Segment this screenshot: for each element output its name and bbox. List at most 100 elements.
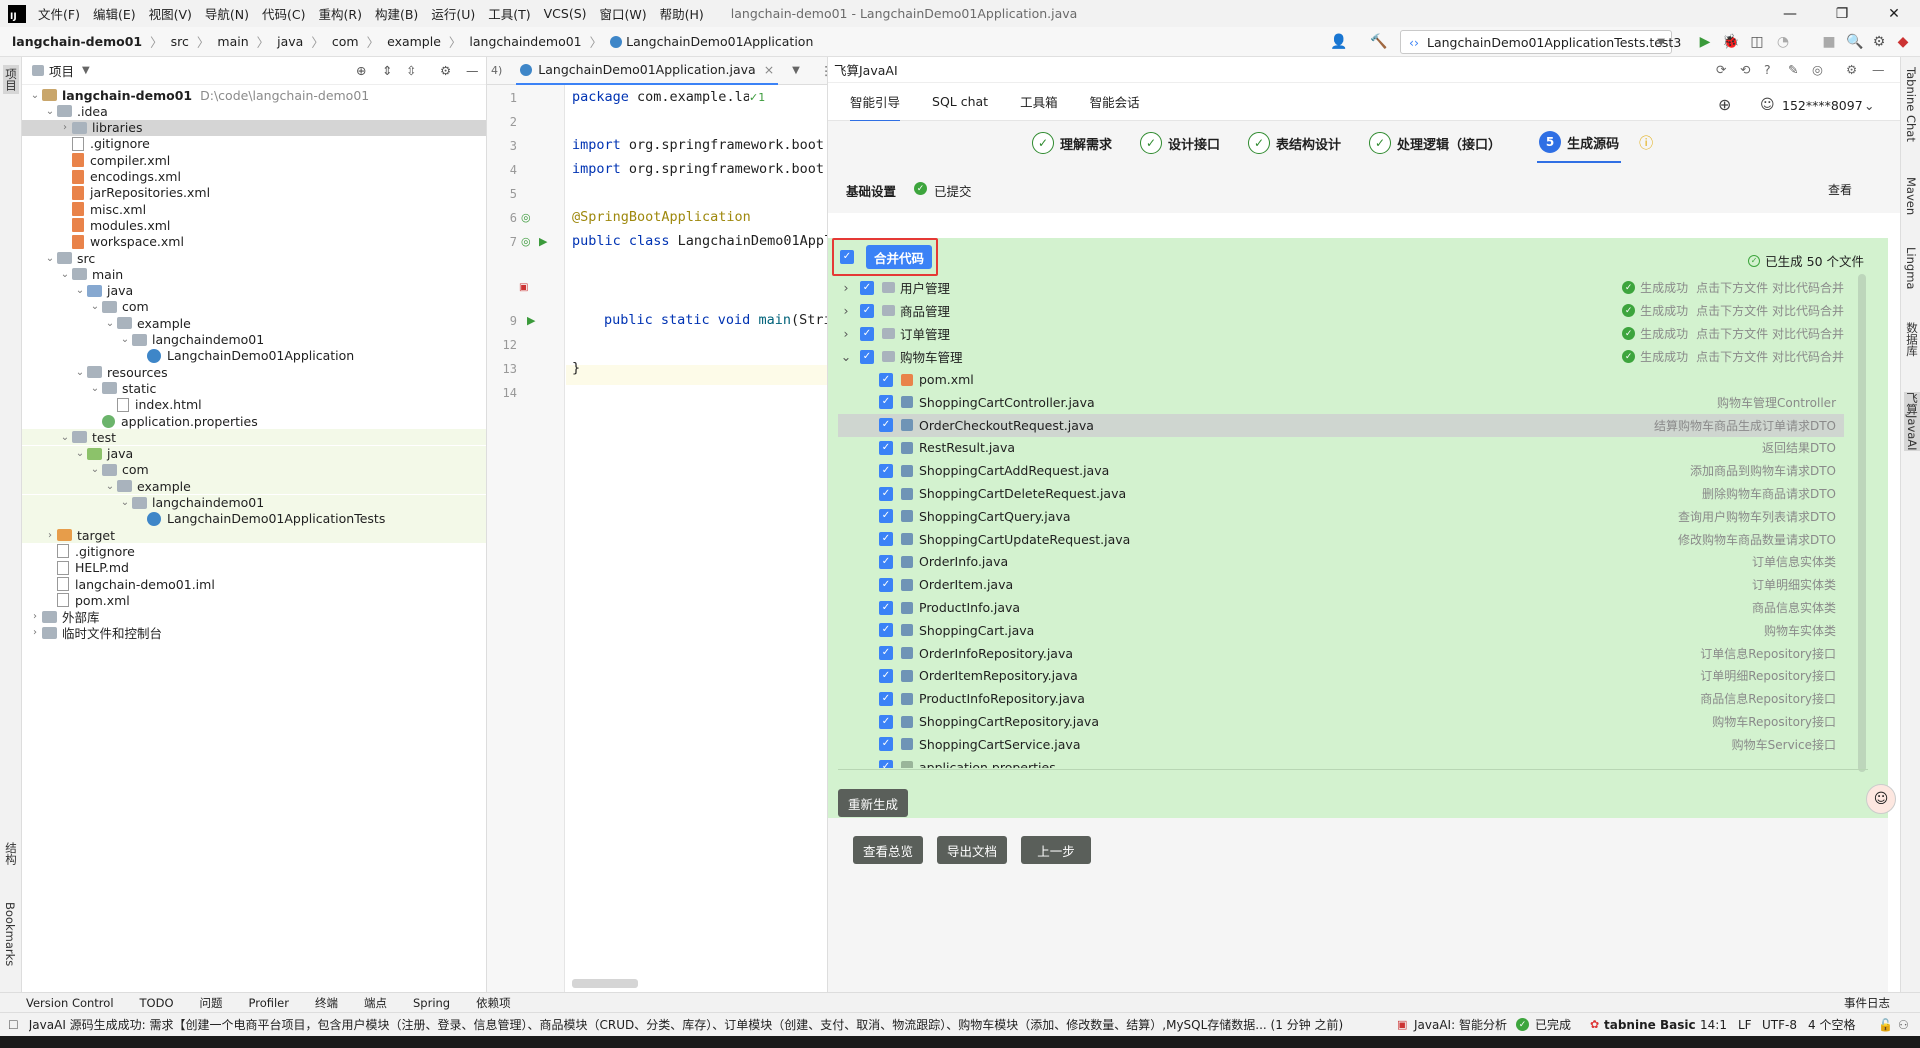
tree-node[interactable]: misc.xml: [22, 201, 486, 217]
tree-node[interactable]: ⌄ example: [22, 315, 486, 331]
tab-overflow-count[interactable]: 4): [491, 64, 502, 77]
gear-icon[interactable]: ⚙: [1846, 62, 1857, 77]
file-row[interactable]: ✓ ProductInfo.java 商品信息实体类: [838, 596, 1844, 619]
menu-navigate[interactable]: 导航(N): [205, 4, 249, 23]
history-icon[interactable]: ⟲: [1740, 62, 1750, 77]
step-table-design[interactable]: ✓ 表结构设计: [1248, 132, 1341, 154]
profiler-tool[interactable]: Profiler: [249, 996, 290, 1010]
info-icon[interactable]: ⓘ: [1639, 133, 1653, 153]
file-row[interactable]: ✓ ProductInfoRepository.java 商品信息Repositor…: [838, 687, 1844, 710]
file-row[interactable]: ✓ application.properties: [838, 756, 1844, 768]
dependencies-tool[interactable]: 依赖项: [476, 995, 511, 1011]
step-design-api[interactable]: ✓ 设计接口: [1140, 132, 1220, 154]
code-line-9[interactable]: public static void main(Stri: [604, 312, 832, 328]
view-button[interactable]: 查看: [1828, 181, 1852, 198]
tree-node[interactable]: ⌄ langchaindemo01: [22, 494, 486, 511]
tab-smart-guide[interactable]: 智能引导: [850, 81, 901, 122]
menu-run[interactable]: 运行(U): [431, 4, 475, 23]
regenerate-button[interactable]: 重新生成: [838, 789, 908, 817]
file-row[interactable]: ✓ ShoppingCartQuery.java 查询用户购物车列表请求DTO: [838, 505, 1844, 528]
chevron-right-icon[interactable]: ›: [28, 627, 42, 638]
database-tool-button[interactable]: 数据库: [1904, 322, 1920, 357]
project-panel-title[interactable]: 项目: [49, 61, 74, 80]
file-row[interactable]: ✓ OrderCheckoutRequest.java 结算购物车商品生成订单请求D…: [838, 413, 1844, 437]
breadcrumb-src[interactable]: src: [171, 34, 189, 49]
code-line-13[interactable]: }: [572, 360, 580, 376]
build-hammer-icon[interactable]: 🔨: [1370, 33, 1388, 51]
tab-smart-chat[interactable]: 智能会话: [1090, 81, 1140, 122]
chevron-down-icon[interactable]: ⌄: [28, 90, 42, 101]
breadcrumb-package[interactable]: langchaindemo01: [469, 34, 581, 49]
endpoints-tool[interactable]: 端点: [364, 995, 387, 1011]
hide-icon[interactable]: —: [466, 63, 479, 78]
menu-edit[interactable]: 编辑(E): [93, 4, 136, 23]
tree-node[interactable]: encodings.xml: [22, 169, 486, 185]
maximize-button[interactable]: ❐: [1816, 0, 1868, 27]
tree-node[interactable]: ⌄ langchaindemo01: [22, 332, 486, 348]
file-checkbox[interactable]: ✓: [879, 486, 893, 501]
tree-node[interactable]: ⌄ langchain-demo01 D:\code\langchain-demo0…: [22, 87, 486, 103]
code-line-6[interactable]: @SpringBootApplication: [572, 209, 751, 225]
locate-icon[interactable]: ⊕: [356, 63, 366, 78]
tree-node[interactable]: › 外部库: [22, 609, 486, 625]
horizontal-scrollbar[interactable]: [572, 979, 638, 988]
file-checkbox[interactable]: ✓: [879, 600, 893, 615]
step-generate-source[interactable]: 5 生成源码: [1537, 123, 1622, 163]
menu-tools[interactable]: 工具(T): [488, 4, 530, 23]
tree-node[interactable]: compiler.xml: [22, 152, 486, 168]
gear-icon[interactable]: ⚙: [440, 63, 451, 78]
tree-node[interactable]: langchain-demo01.iml: [22, 576, 486, 592]
close-icon[interactable]: ×: [764, 62, 774, 77]
chevron-down-icon[interactable]: ⌄: [118, 497, 132, 508]
expand-all-icon[interactable]: ⇕: [382, 63, 392, 78]
chevron-right-icon[interactable]: ›: [58, 122, 72, 133]
file-row[interactable]: ✓ OrderInfo.java 订单信息实体类: [838, 550, 1844, 573]
file-checkbox[interactable]: ✓: [879, 395, 893, 410]
chevron-down-icon[interactable]: ⌄: [73, 285, 87, 296]
tree-node[interactable]: ⌄ java: [22, 283, 486, 299]
export-doc-button[interactable]: 导出文档: [937, 836, 1007, 864]
file-checkbox[interactable]: ✓: [879, 623, 893, 638]
file-checkbox[interactable]: ✓: [879, 737, 893, 752]
problems-tool[interactable]: 问题: [200, 995, 223, 1011]
settings-icon[interactable]: ⚙: [1870, 33, 1888, 51]
tree-node[interactable]: ⌄ static: [22, 380, 486, 396]
tree-node[interactable]: .gitignore: [22, 543, 486, 559]
tab-sql-chat[interactable]: SQL chat: [932, 83, 988, 120]
version-control-tool[interactable]: Version Control: [26, 996, 114, 1010]
assistant-avatar[interactable]: ☺: [1866, 784, 1896, 814]
file-row[interactable]: ✓ ShoppingCartService.java 购物车Service接口: [838, 733, 1844, 756]
spring-bean-icon[interactable]: ◎: [521, 235, 531, 248]
menu-window[interactable]: 窗口(W): [600, 4, 647, 23]
file-checkbox[interactable]: ✓: [879, 418, 893, 433]
chevron-right-icon[interactable]: ›: [43, 530, 57, 541]
chevron-right-icon[interactable]: ›: [28, 611, 42, 622]
file-row[interactable]: ✓ ShoppingCartUpdateRequest.java 修改购物车商品数量…: [838, 528, 1844, 551]
tree-node[interactable]: ⌄ java: [22, 445, 486, 462]
file-checkbox[interactable]: ✓: [879, 760, 893, 768]
file-row[interactable]: ✓ ShoppingCartAddRequest.java 添加商品到购物车请求DT…: [838, 459, 1844, 482]
close-window-button[interactable]: ✕: [1868, 0, 1920, 27]
breadcrumb-class[interactable]: LangchainDemo01Application: [626, 34, 813, 49]
run-icon[interactable]: ▶: [1696, 33, 1714, 51]
project-tool-button[interactable]: 项目: [3, 65, 19, 94]
bookmarks-tool-button[interactable]: Bookmarks: [3, 902, 17, 966]
chevron-down-icon[interactable]: ▼: [82, 65, 90, 76]
tree-node[interactable]: ⌄ .idea: [22, 103, 486, 119]
chevron-down-icon[interactable]: ⌄: [88, 464, 102, 475]
coverage-icon[interactable]: ◫: [1748, 33, 1766, 51]
search-icon[interactable]: 🔍: [1846, 33, 1864, 51]
structure-tool-button[interactable]: 结构: [3, 842, 19, 865]
editor-tab-active[interactable]: LangchainDemo01Application.java ×: [516, 57, 779, 85]
chevron-down-icon[interactable]: ⌄: [73, 448, 87, 459]
file-checkbox[interactable]: ✓: [879, 646, 893, 661]
tree-node[interactable]: application.properties: [22, 413, 486, 429]
file-checkbox[interactable]: ✓: [879, 577, 893, 592]
file-row[interactable]: ✓ ShoppingCart.java 购物车实体类: [838, 619, 1844, 642]
tree-node[interactable]: ⌄ src: [22, 250, 486, 266]
tree-node[interactable]: ⌄ main: [22, 266, 486, 282]
breadcrumb-project[interactable]: langchain-demo01: [12, 34, 142, 49]
tree-node[interactable]: ⌄ resources: [22, 364, 486, 380]
menu-help[interactable]: 帮助(H): [660, 4, 704, 23]
tree-node[interactable]: ⌄ com: [22, 461, 486, 478]
